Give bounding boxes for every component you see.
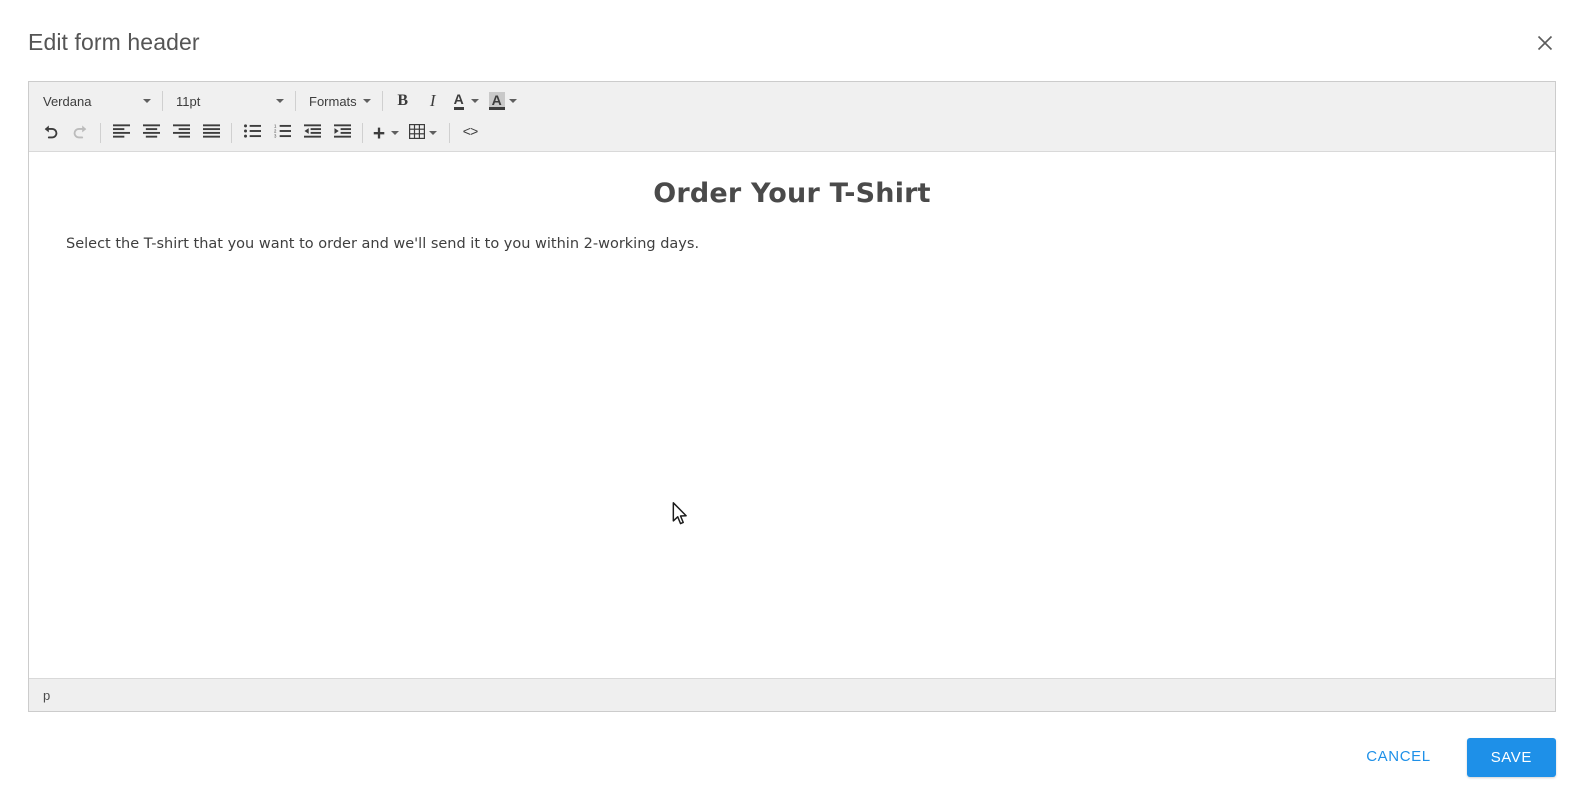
source-code-icon: <> (462, 125, 479, 141)
chevron-down-icon (143, 99, 151, 103)
cancel-button[interactable]: CANCEL (1350, 738, 1446, 775)
editor-status-bar: p (29, 678, 1555, 711)
align-left-button[interactable] (106, 119, 136, 147)
chevron-down-icon (362, 99, 371, 103)
toolbar-divider (231, 123, 232, 143)
page-title: Edit form header (28, 29, 200, 55)
redo-icon (72, 123, 89, 144)
close-icon[interactable] (1532, 30, 1558, 56)
source-code-button[interactable]: <> (455, 119, 485, 147)
svg-text:3: 3 (274, 134, 277, 138)
dialog-header: Edit form header (0, 0, 1584, 84)
toolbar-divider (362, 123, 363, 143)
chevron-down-icon (276, 99, 284, 103)
plus-icon: + (372, 121, 386, 145)
italic-button[interactable]: I (418, 87, 448, 115)
editor-content-area[interactable]: Order Your T-Shirt Select the T-shirt th… (29, 152, 1555, 678)
background-color-split-button[interactable]: A (486, 87, 524, 115)
toolbar-divider (100, 123, 101, 143)
editor-heading[interactable]: Order Your T-Shirt (63, 178, 1521, 209)
toolbar-divider (162, 91, 163, 111)
font-family-select[interactable]: Verdana (35, 88, 157, 114)
background-color-button[interactable]: A (486, 87, 508, 115)
text-color-split-button[interactable]: A (448, 87, 486, 115)
editor-toolbar: Verdana 11pt Formats B I A A 1 2 3 + <> (29, 82, 1555, 152)
indent-button[interactable] (327, 119, 357, 147)
align-left-icon (112, 124, 130, 142)
text-color-icon: A (453, 92, 464, 110)
align-justify-button[interactable] (196, 119, 226, 147)
toolbar-divider (295, 91, 296, 111)
element-path[interactable]: p (43, 688, 50, 703)
formats-menu[interactable]: Formats (301, 88, 377, 114)
toolbar-divider (449, 123, 450, 143)
undo-icon (42, 123, 59, 144)
insert-button[interactable]: + (368, 119, 390, 147)
save-button[interactable]: SAVE (1466, 738, 1556, 777)
text-color-button[interactable]: A (448, 87, 470, 115)
align-center-icon (142, 124, 160, 142)
align-center-button[interactable] (136, 119, 166, 147)
chevron-down-icon[interactable] (429, 131, 437, 135)
chevron-down-icon[interactable] (508, 99, 517, 103)
rich-text-editor: Verdana 11pt Formats B I A A 1 2 3 + <> … (28, 81, 1556, 712)
background-color-icon: A (488, 92, 505, 110)
undo-button[interactable] (35, 119, 65, 147)
toolbar-divider (381, 91, 383, 111)
bullet-list-icon (243, 124, 261, 142)
table-button[interactable] (406, 119, 428, 147)
chevron-down-icon[interactable] (391, 131, 399, 135)
dialog-footer: CANCEL SAVE (0, 712, 1584, 809)
font-size-select[interactable]: 11pt (168, 88, 290, 114)
numbered-list-icon: 123 (274, 124, 291, 142)
align-right-button[interactable] (166, 119, 196, 147)
align-right-icon (172, 124, 190, 142)
italic-icon: I (429, 91, 436, 110)
formats-label: Formats (309, 93, 357, 109)
indent-icon (333, 124, 351, 142)
chevron-down-icon[interactable] (470, 99, 479, 103)
table-split-button[interactable] (406, 119, 444, 147)
redo-button[interactable] (65, 119, 95, 147)
bullet-list-button[interactable] (237, 119, 267, 147)
toolbar-row-2: 123 + <> (29, 117, 1555, 151)
align-justify-icon (202, 124, 220, 142)
font-size-value: 11pt (176, 93, 201, 109)
toolbar-row-1: Verdana 11pt Formats B I A A (29, 82, 1555, 117)
numbered-list-button[interactable]: 123 (267, 119, 297, 147)
insert-split-button[interactable]: + (368, 119, 406, 147)
bold-icon: B (397, 92, 408, 109)
editor-paragraph[interactable]: Select the T-shirt that you want to orde… (66, 234, 1521, 256)
outdent-icon (303, 124, 321, 142)
outdent-button[interactable] (297, 119, 327, 147)
table-icon (409, 123, 426, 143)
font-family-value: Verdana (43, 93, 92, 109)
bold-button[interactable]: B (388, 87, 418, 115)
